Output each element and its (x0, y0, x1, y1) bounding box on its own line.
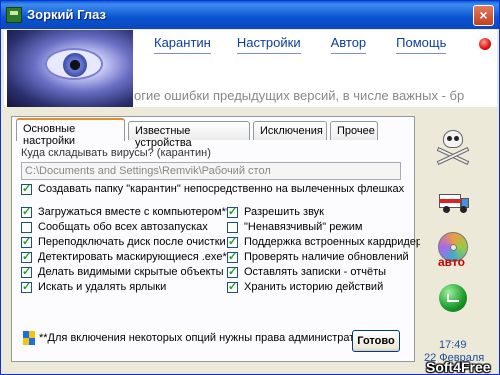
tab-known-devices[interactable]: Известные устройства (128, 121, 250, 149)
action-sidebar (420, 116, 488, 362)
checkbox-box[interactable] (227, 235, 238, 248)
checkbox-label: Проверять наличие обновлений (244, 251, 409, 263)
checkbox-box[interactable] (227, 280, 238, 293)
title-bar[interactable]: Зоркий Глаз × (1, 1, 499, 29)
main-window: Зоркий Глаз × Карантин Настройки Автор П… (0, 0, 500, 375)
checkbox-label: Хранить историю действий (244, 281, 384, 293)
checkbox-label: Оставлять записки - отчёты (244, 266, 387, 278)
checkbox-label: Переподключать диск после очистки (38, 236, 226, 248)
header-banner: Карантин Настройки Автор Помощь огие оши… (4, 30, 497, 107)
tab-exclusions[interactable]: Исключения (253, 121, 327, 140)
option-unhide-objects[interactable]: Делать видимыми скрытые объекты (21, 265, 224, 278)
update-globe-icon[interactable] (434, 284, 472, 322)
admin-note-text: **Для включения некоторых опций нужны пр… (39, 332, 373, 344)
checkbox-box[interactable] (21, 182, 32, 195)
nav-author[interactable]: Автор (330, 35, 367, 54)
option-unobtrusive-mode[interactable]: "Ненавязчивый" режим (227, 221, 362, 233)
news-ticker: огие ошибки предыдущих версий, в числе в… (134, 88, 465, 103)
tab-other[interactable]: Прочее (330, 121, 378, 140)
checkbox-box[interactable] (227, 221, 238, 233)
eye-icon (45, 48, 103, 80)
quarantine-path-input[interactable]: C:\Documents and Settings\Remvik\Рабочий… (21, 162, 401, 180)
option-check-updates[interactable]: Проверять наличие обновлений (227, 250, 409, 263)
close-button[interactable]: × (473, 5, 494, 26)
checkbox-label: Искать и удалять ярлыки (38, 281, 167, 293)
checkbox-box[interactable] (21, 265, 32, 278)
checkbox-box[interactable] (21, 205, 32, 218)
done-button[interactable]: Готово (352, 330, 400, 352)
checkbox-label: Детектировать маскирующиеся .exe** (38, 251, 232, 263)
option-allow-sound[interactable]: Разрешить звук (227, 205, 324, 218)
nav-quarantine[interactable]: Карантин (154, 35, 211, 54)
checkbox-box[interactable] (21, 235, 32, 248)
create-quarantine-folder-checkbox[interactable]: Создавать папку "карантин" непосредствен… (21, 182, 405, 195)
uac-shield-icon (23, 331, 35, 345)
checkbox-box[interactable] (21, 221, 32, 233)
checkbox-box[interactable] (21, 250, 32, 263)
admin-note: **Для включения некоторых опций нужны пр… (23, 331, 373, 345)
checkbox-label: Создавать папку "карантин" непосредствен… (38, 183, 405, 195)
checkbox-box[interactable] (227, 205, 238, 218)
status-dot-icon[interactable] (479, 38, 491, 50)
quarantine-path-label: Куда складывать вирусы? (карантин) (21, 147, 211, 159)
option-cardreader-support[interactable]: Поддержка встроенных кардридеров (227, 235, 434, 248)
nav-settings[interactable]: Настройки (236, 35, 301, 54)
tab-main-settings[interactable]: Основные настройки (16, 118, 125, 147)
checkbox-label: "Ненавязчивый" режим (244, 221, 363, 233)
checkbox-label: Разрешить звук (244, 206, 324, 218)
app-icon (6, 7, 22, 23)
checkbox-label: Сообщать обо всех автозапусках (38, 221, 208, 233)
checkbox-box[interactable] (21, 280, 32, 293)
option-remove-shortcuts[interactable]: Искать и удалять ярлыки (21, 280, 167, 293)
option-leave-reports[interactable]: Оставлять записки - отчёты (227, 265, 387, 278)
window-title: Зоркий Глаз (27, 7, 106, 22)
checkbox-label: Загружаться вместе с компьютером** (38, 206, 231, 218)
checkbox-box[interactable] (227, 265, 238, 278)
skull-icon[interactable] (434, 128, 472, 166)
top-nav: Карантин Настройки Автор Помощь (154, 35, 447, 54)
autorun-label: авто (438, 255, 465, 269)
option-autostart[interactable]: Загружаться вместе с компьютером** (21, 205, 231, 218)
checkbox-label: Поддержка встроенных кардридеров (244, 236, 434, 248)
option-detect-masked-exe[interactable]: Детектировать маскирующиеся .exe** (21, 250, 232, 263)
option-keep-history[interactable]: Хранить историю действий (227, 280, 384, 293)
checkbox-label: Делать видимыми скрытые объекты (38, 266, 224, 278)
eye-logo (7, 30, 133, 107)
checkbox-box[interactable] (227, 250, 238, 263)
option-report-autoruns[interactable]: Сообщать обо всех автозапусках (21, 221, 208, 233)
clock-time: 17:49 (439, 339, 467, 351)
nav-help[interactable]: Помощь (396, 35, 447, 54)
ambulance-icon[interactable] (434, 184, 472, 222)
option-reconnect-disk[interactable]: Переподключать диск после очистки (21, 235, 226, 248)
watermark-logo: Soft4Free (426, 359, 491, 375)
